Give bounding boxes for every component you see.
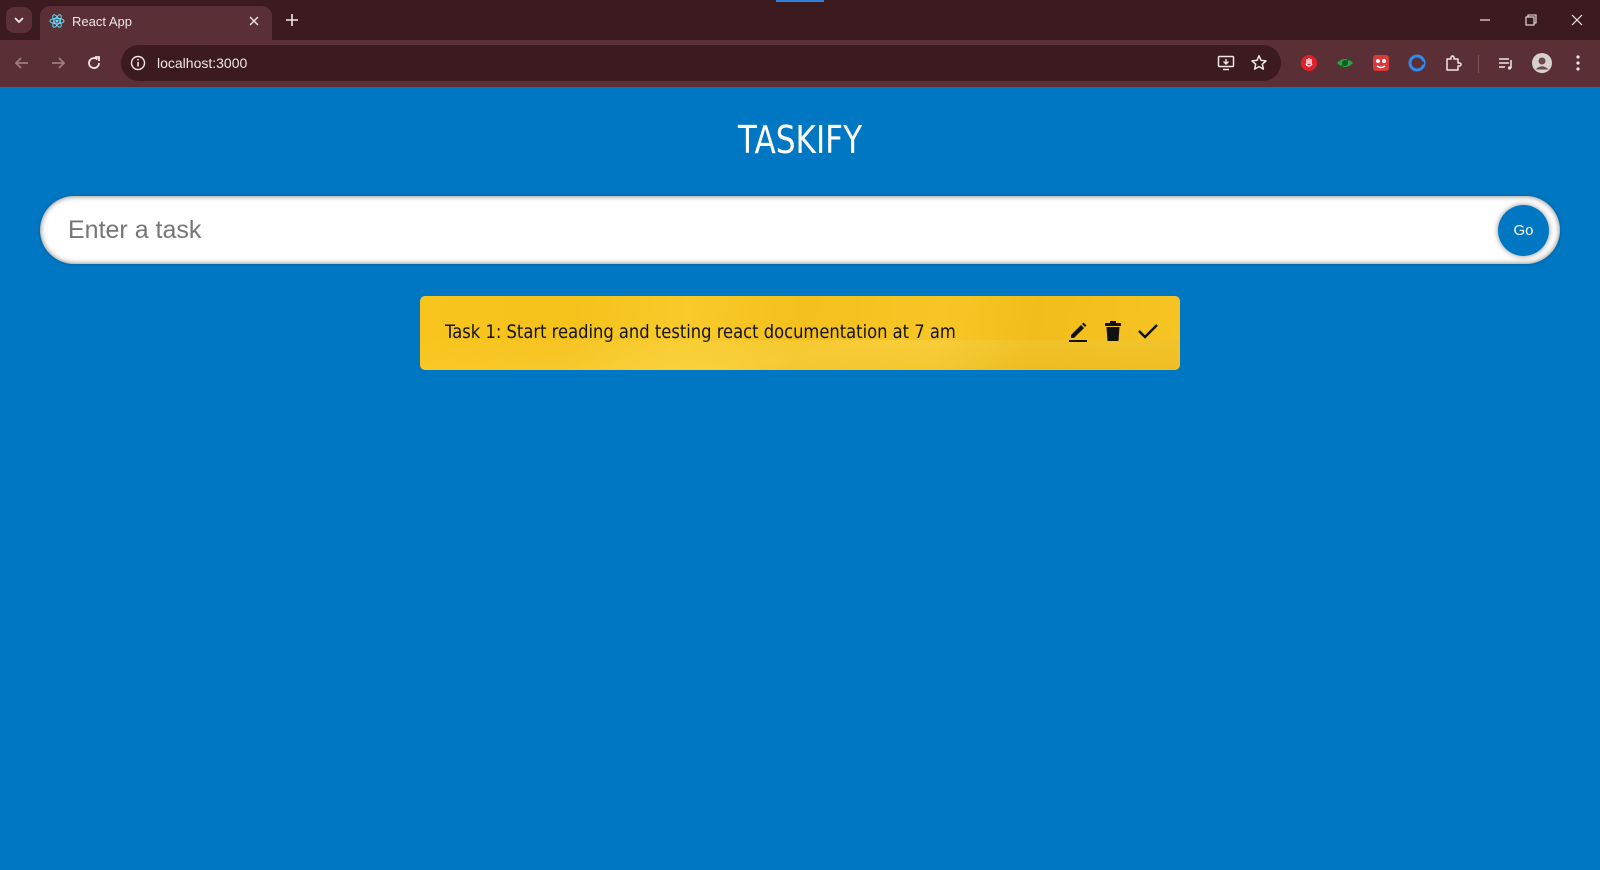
avatar-icon — [1532, 53, 1552, 73]
install-icon — [1217, 55, 1235, 71]
new-tab-button[interactable] — [280, 8, 304, 32]
task-input[interactable] — [68, 208, 1468, 252]
browser-toolbar: localhost:3000 — [0, 40, 1600, 87]
eye-icon — [1337, 56, 1353, 70]
puzzle-icon — [1446, 55, 1462, 71]
task-card: Task 1: Start reading and testing react … — [420, 296, 1180, 370]
delete-task-button[interactable] — [1100, 318, 1126, 344]
playlist-icon — [1499, 58, 1512, 70]
complete-task-button[interactable] — [1135, 318, 1161, 344]
star-icon — [1251, 55, 1267, 70]
tab-title: React App — [72, 14, 132, 29]
chevron-down-icon — [14, 17, 24, 24]
info-icon — [130, 55, 146, 71]
extension-blue-icon — [1408, 54, 1426, 72]
more-vertical-icon — [1576, 55, 1580, 71]
tab-search-button[interactable] — [6, 7, 32, 33]
close-icon — [249, 16, 259, 26]
tab-close-button[interactable] — [244, 11, 264, 31]
forward-button[interactable] — [46, 51, 70, 75]
extension-red-puzzle[interactable] — [1369, 51, 1393, 75]
arrow-right-icon — [52, 57, 66, 69]
extension-green-eye[interactable] — [1333, 51, 1357, 75]
minimize-button[interactable] — [1473, 8, 1497, 32]
go-button[interactable]: Go — [1498, 205, 1549, 256]
install-app-button[interactable] — [1214, 51, 1238, 75]
hand-stop-icon — [1301, 55, 1317, 71]
arrow-left-icon — [14, 57, 28, 69]
browser-tab-bar: React App — [0, 0, 1600, 40]
browser-menu-button[interactable] — [1566, 51, 1590, 75]
done-icon — [1138, 324, 1158, 339]
app-title: TASKIFY — [737, 118, 863, 162]
minimize-icon — [1480, 19, 1490, 21]
task-input-form: Go — [40, 196, 1560, 264]
restore-button[interactable] — [1519, 8, 1543, 32]
edit-task-button[interactable] — [1065, 318, 1091, 344]
tab-strip-indicator — [776, 0, 824, 2]
site-info-button[interactable] — [126, 51, 150, 75]
edit-icon — [1069, 322, 1087, 342]
delete-icon — [1105, 321, 1121, 341]
extension-blue-circle[interactable] — [1405, 51, 1429, 75]
address-bar[interactable]: localhost:3000 — [121, 45, 1281, 81]
url-text: localhost:3000 — [157, 55, 248, 71]
extension-red-icon — [1373, 55, 1389, 71]
extension-red-hand[interactable] — [1297, 51, 1321, 75]
close-icon — [1571, 14, 1583, 26]
back-button[interactable] — [10, 51, 34, 75]
profile-button[interactable] — [1530, 51, 1554, 75]
task-text: Task 1: Start reading and testing react … — [445, 321, 956, 343]
close-window-button[interactable] — [1565, 8, 1589, 32]
tab-react-app[interactable]: React App — [40, 6, 272, 40]
media-controls-button[interactable] — [1494, 51, 1518, 75]
restore-icon — [1525, 14, 1537, 26]
extensions-button[interactable] — [1441, 51, 1465, 75]
reload-button[interactable] — [82, 51, 106, 75]
plus-icon — [286, 14, 298, 26]
react-logo-icon — [49, 14, 65, 28]
toolbar-divider — [1478, 55, 1479, 73]
reload-icon — [88, 56, 100, 69]
bookmark-button[interactable] — [1247, 51, 1271, 75]
